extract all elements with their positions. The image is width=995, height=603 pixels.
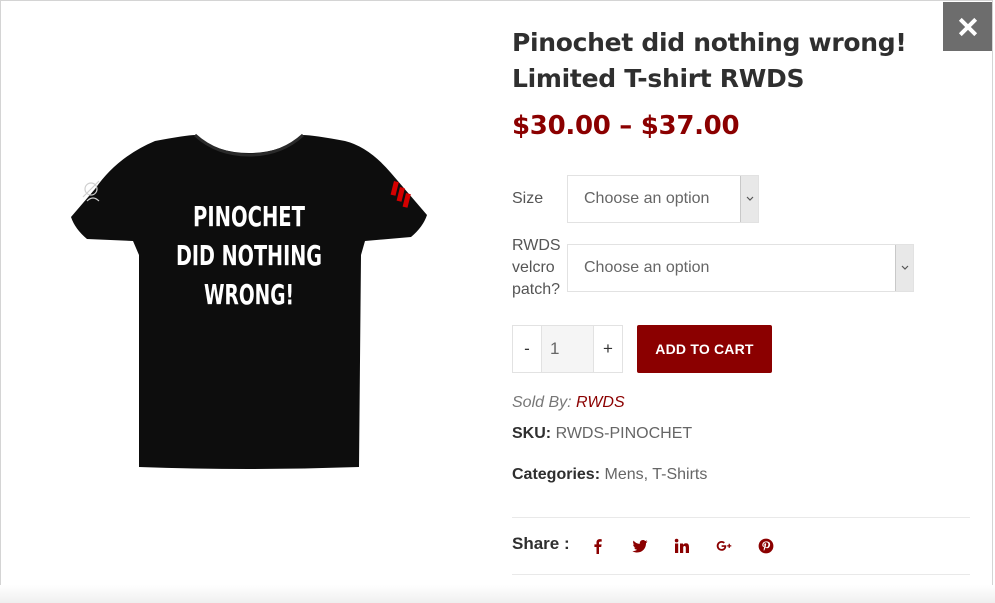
categories-label: Categories:: [512, 466, 601, 483]
patch-label: RWDS velcro patch?: [512, 235, 568, 301]
shirt-print-line-1: PINOCHET: [193, 200, 305, 233]
add-to-cart-button[interactable]: ADD TO CART: [637, 325, 772, 373]
patch-label-line-3: patch?: [512, 281, 561, 298]
category-separator: ,: [643, 466, 649, 483]
quick-view-modal: PINOCHET DID NOTHING WRONG! Pinochet did…: [0, 0, 993, 601]
categories: Categories: Mens, T-Shirts: [512, 466, 707, 484]
patch-select-value: Choose an option: [584, 259, 710, 276]
quantity-stepper: - 1 +: [512, 325, 623, 373]
product-price: $30.00 – $37.00: [512, 111, 740, 141]
divider-bottom: [512, 574, 970, 575]
chevron-down-icon: [895, 245, 913, 291]
share-icons: [590, 534, 800, 558]
quantity-increase-button[interactable]: +: [594, 326, 622, 372]
vendor-link[interactable]: RWDS: [576, 394, 625, 411]
size-select[interactable]: Choose an option: [567, 175, 759, 223]
google-plus-icon[interactable]: [716, 534, 758, 558]
chevron-down-icon: [740, 176, 758, 222]
modal-bottom-edge: [0, 585, 995, 603]
sku-value: RWDS-PINOCHET: [555, 425, 693, 442]
patch-label-line-1: RWDS: [512, 237, 561, 254]
sku-label: SKU:: [512, 425, 552, 442]
category-link-mens[interactable]: Mens: [604, 466, 643, 483]
pinterest-icon[interactable]: [758, 534, 800, 558]
product-image: PINOCHET DID NOTHING WRONG!: [71, 133, 427, 469]
twitter-icon[interactable]: [632, 534, 674, 558]
facebook-icon[interactable]: [590, 534, 632, 558]
patch-select[interactable]: Choose an option: [567, 244, 914, 292]
sold-by-label: Sold By:: [512, 394, 572, 411]
shirt-print-line-3: WRONG!: [204, 278, 294, 311]
quantity-decrease-button[interactable]: -: [513, 326, 541, 372]
product-title: Pinochet did nothing wrong! Limited T-sh…: [512, 28, 907, 93]
shirt-print-line-2: DID NOTHING: [176, 239, 322, 272]
category-link-tshirts[interactable]: T-Shirts: [652, 466, 707, 483]
patch-label-line-2: velcro: [512, 259, 555, 276]
size-select-value: Choose an option: [584, 190, 710, 207]
size-label: Size: [512, 190, 544, 207]
sku: SKU: RWDS-PINOCHET: [512, 425, 692, 443]
sold-by: Sold By: RWDS: [512, 394, 625, 412]
divider-top: [512, 517, 970, 518]
quantity-input[interactable]: 1: [541, 326, 594, 372]
linkedin-icon[interactable]: [674, 534, 716, 558]
share-label: Share :: [512, 534, 570, 553]
